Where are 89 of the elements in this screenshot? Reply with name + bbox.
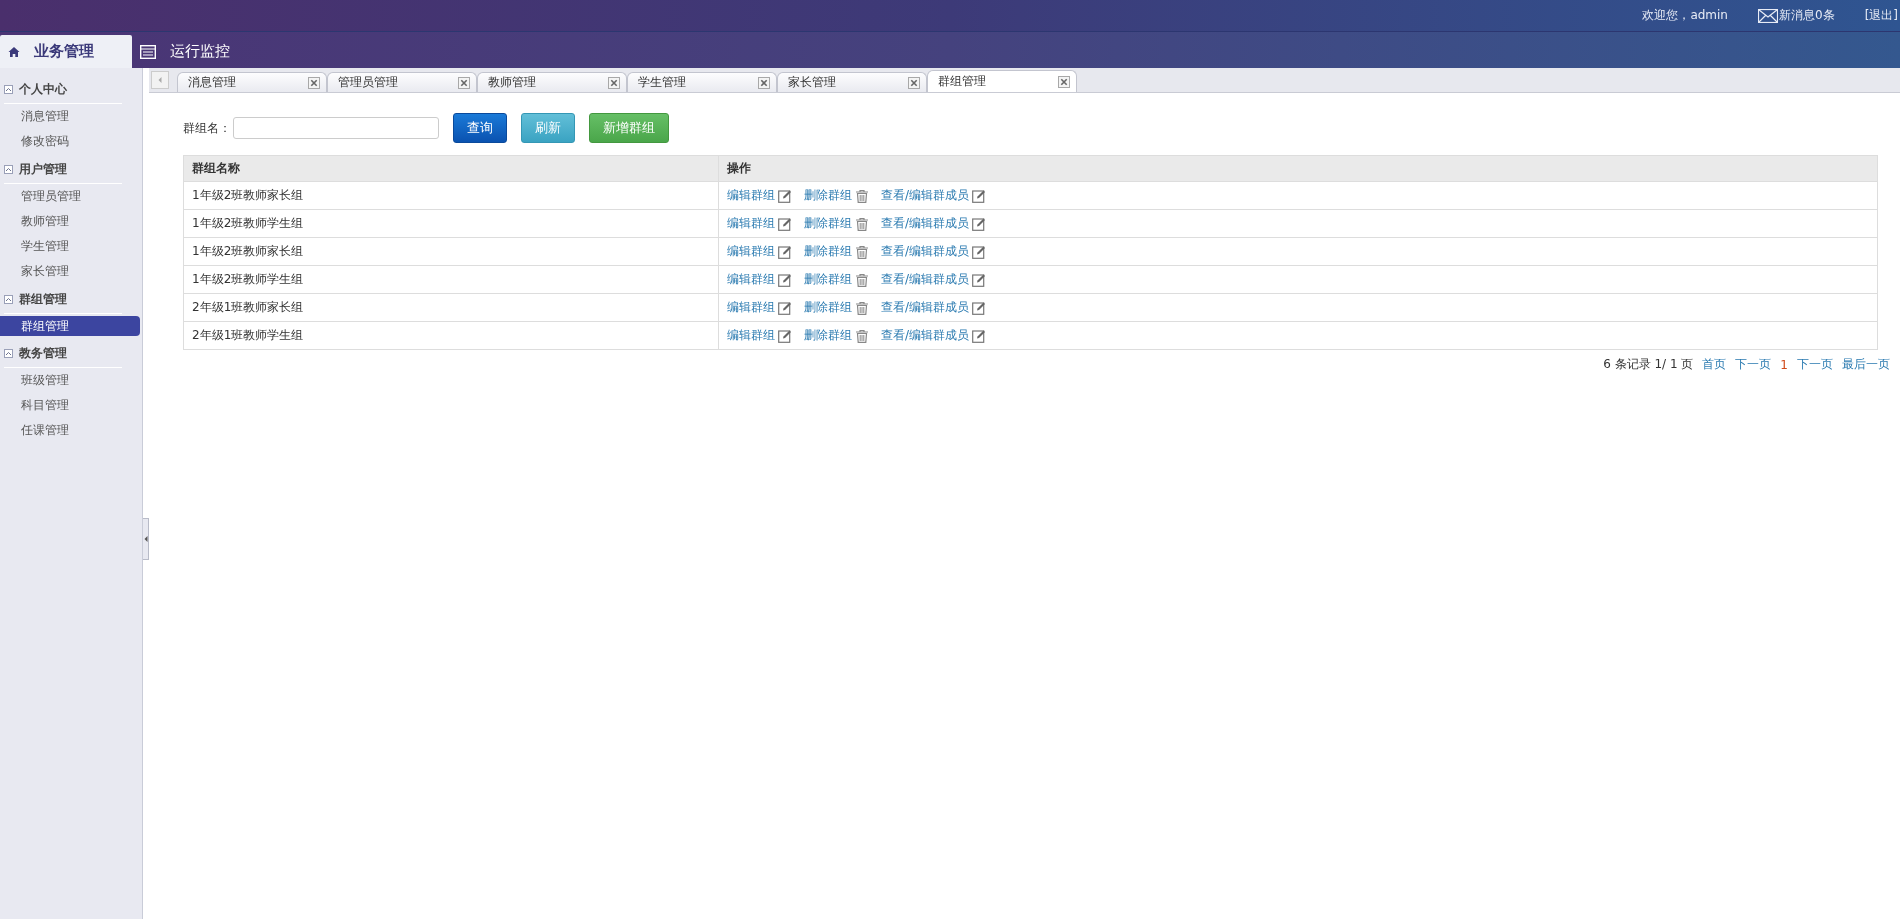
sidebar-group-header[interactable]: 个人中心 [4, 78, 122, 104]
pagination-link[interactable]: 下一页 [1735, 356, 1772, 373]
action-link[interactable]: 查看/编辑群成员 [881, 327, 970, 344]
home-icon [8, 45, 20, 58]
close-icon[interactable] [308, 76, 320, 89]
sidebar-item[interactable]: 消息管理 [0, 104, 142, 129]
sidebar-group-header[interactable]: 教务管理 [4, 342, 122, 368]
action-link[interactable]: 编辑群组 [727, 299, 775, 316]
table-cell: 1年级2班教师学生组 [192, 272, 304, 286]
sidebar-item[interactable]: 科目管理 [0, 393, 142, 418]
edit-icon[interactable] [972, 300, 987, 315]
trash-icon[interactable] [855, 188, 869, 203]
close-icon[interactable] [908, 76, 920, 89]
action-link[interactable]: 编辑群组 [727, 187, 775, 204]
sidebar-item[interactable]: 修改密码 [0, 129, 142, 154]
action-link[interactable]: 编辑群组 [727, 271, 775, 288]
sidebar-item[interactable]: 教师管理 [0, 209, 142, 234]
action-link[interactable]: 查看/编辑群成员 [881, 187, 970, 204]
action-link[interactable]: 删除群组 [804, 327, 852, 344]
nav-tab[interactable]: 运行监控 [132, 35, 246, 68]
action-link[interactable]: 查看/编辑群成员 [881, 299, 970, 316]
close-icon[interactable] [608, 76, 620, 89]
column-header: 群组名称 [183, 155, 719, 182]
pagination-link[interactable]: 下一页 [1797, 356, 1833, 373]
sidebar-item[interactable]: 任课管理 [0, 418, 142, 443]
table-cell: 1年级2班教师学生组 [192, 216, 304, 230]
action-link[interactable]: 删除群组 [804, 187, 852, 204]
trash-icon[interactable] [855, 244, 869, 259]
action-link[interactable]: 查看/编辑群成员 [881, 215, 970, 232]
sidebar-item[interactable]: 班级管理 [0, 368, 142, 393]
table-cell: 2年级1班教师学生组 [192, 328, 304, 342]
close-icon[interactable] [458, 76, 470, 89]
edit-icon[interactable] [778, 272, 792, 287]
group-name-input[interactable] [233, 117, 439, 139]
sidebar-item[interactable]: 学生管理 [0, 234, 142, 259]
sidebar-item[interactable]: 群组管理 [0, 316, 140, 336]
messages-link[interactable]: 新消息0条 [1758, 7, 1835, 24]
group-name-label: 群组名： [183, 119, 231, 137]
trash-icon[interactable] [855, 216, 869, 231]
edit-icon[interactable] [778, 216, 792, 231]
action-link[interactable]: 删除群组 [804, 271, 852, 288]
edit-icon[interactable] [778, 300, 792, 315]
sidebar-group-header[interactable]: 用户管理 [4, 158, 122, 184]
edit-icon[interactable] [972, 272, 987, 287]
edit-icon[interactable] [972, 188, 987, 203]
edit-icon[interactable] [972, 328, 987, 343]
logout-link[interactable]: [退出] [1864, 7, 1898, 24]
action-link[interactable]: 删除群组 [804, 243, 852, 260]
edit-icon[interactable] [778, 244, 792, 259]
page-tab[interactable]: 学生管理 [627, 72, 777, 92]
action-link[interactable]: 编辑群组 [727, 215, 775, 232]
column-header: 操作 [718, 155, 1878, 182]
page-tab[interactable]: 消息管理 [177, 72, 327, 92]
envelope-icon [1758, 8, 1778, 23]
edit-icon[interactable] [778, 188, 792, 203]
sidebar-item[interactable]: 家长管理 [0, 259, 142, 284]
action-link[interactable]: 编辑群组 [727, 243, 775, 260]
pagination-link[interactable]: 首页 [1702, 356, 1727, 373]
page-tab[interactable]: 群组管理 [927, 70, 1077, 92]
action-link[interactable]: 删除群组 [804, 215, 852, 232]
page-tab[interactable]: 教师管理 [477, 72, 627, 92]
search-button[interactable]: 查询 [453, 113, 507, 143]
action-link[interactable]: 编辑群组 [727, 327, 775, 344]
sidebar-group-header[interactable]: 群组管理 [4, 288, 122, 314]
action-link[interactable]: 查看/编辑群成员 [881, 271, 970, 288]
page-tab[interactable]: 管理员管理 [327, 72, 477, 92]
table-cell: 1年级2班教师家长组 [192, 244, 304, 258]
trash-icon[interactable] [855, 328, 869, 343]
list-icon [140, 44, 156, 59]
caret-left-icon [158, 77, 162, 83]
trash-icon[interactable] [855, 272, 869, 287]
action-link[interactable]: 查看/编辑群成员 [881, 243, 970, 260]
edit-icon[interactable] [972, 216, 987, 231]
nav-tab[interactable]: 业务管理 [0, 35, 132, 68]
close-icon[interactable] [1058, 75, 1070, 88]
trash-icon[interactable] [855, 300, 869, 315]
action-link[interactable]: 删除群组 [804, 299, 852, 316]
collapse-handle[interactable] [143, 518, 149, 560]
page-tab[interactable]: 家长管理 [777, 72, 927, 92]
sidebar-item[interactable]: 管理员管理 [0, 184, 142, 209]
record-summary: 6 条记录 1/ 1 页 [1603, 356, 1694, 373]
table-cell: 2年级1班教师家长组 [192, 300, 304, 314]
current-page: 1 [1780, 357, 1788, 372]
edit-icon[interactable] [972, 244, 987, 259]
edit-icon[interactable] [778, 328, 792, 343]
welcome-text: 欢迎您，admin [1642, 7, 1728, 24]
close-icon[interactable] [758, 76, 770, 89]
table-cell: 1年级2班教师家长组 [192, 188, 304, 202]
pagination-link[interactable]: 最后一页 [1842, 356, 1890, 373]
